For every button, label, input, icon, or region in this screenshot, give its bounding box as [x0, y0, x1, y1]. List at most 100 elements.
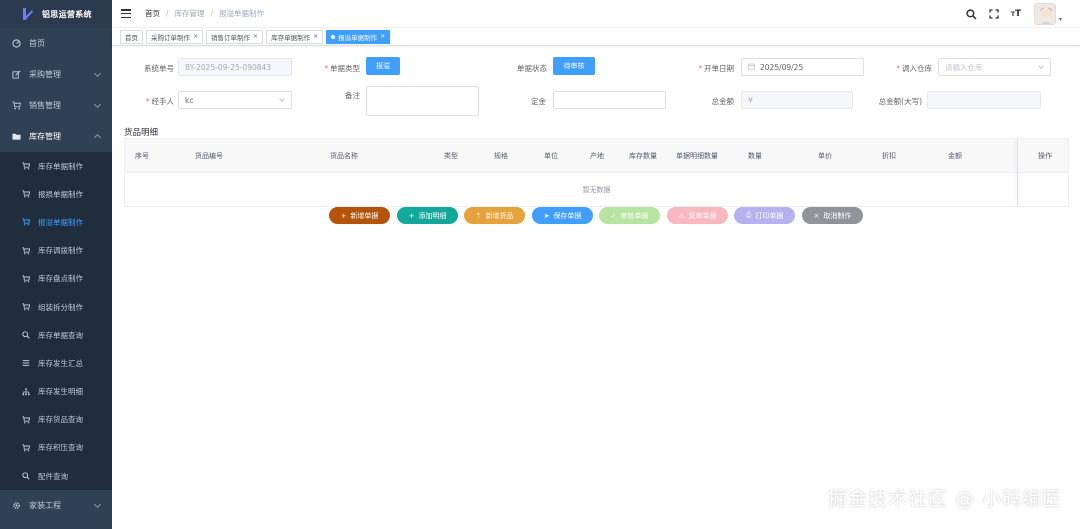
print-doc-button[interactable]: ⎙ 打印单据: [734, 207, 795, 224]
col-origin: 产地: [590, 152, 604, 160]
sidebar-item-label: 首页: [29, 39, 45, 48]
sidebar-subitem-goods-query[interactable]: 库存货品查询: [0, 406, 112, 434]
sidebar-subitem-parts[interactable]: 配件查询: [0, 462, 112, 490]
tag-sales-order[interactable]: 销售订单制作 ×: [206, 29, 264, 44]
chevron-up-icon: [93, 133, 102, 142]
approve-doc-button[interactable]: ✓ 审核单据: [599, 207, 660, 224]
sidebar-subitem-label: 配件查询: [38, 471, 68, 481]
breadcrumb-home[interactable]: 首页: [145, 8, 160, 19]
plus-icon: +: [340, 211, 347, 220]
avatar[interactable]: [1033, 3, 1056, 25]
total-label: 总金额: [711, 97, 735, 106]
sidebar-item-home-decoration[interactable]: 家装工程: [0, 490, 112, 521]
doc-status-button[interactable]: 待审核: [553, 57, 595, 75]
tag-stock-doc[interactable]: 库存单据制作 ×: [266, 29, 324, 44]
cart-icon: [21, 162, 30, 171]
col-name: 货品名称: [330, 152, 358, 160]
tag-label: 库存单据制作: [271, 33, 311, 42]
calendar-icon: [748, 63, 755, 72]
warehouse-label-text: 调入仓库: [902, 64, 932, 73]
tag-home[interactable]: 首页: [120, 29, 143, 44]
action-bar: + 新增单据 + 添加明细 ⇡ 新增货品 ➤ 保存单据 ✓ 审核单据 ⚠ 反审单据 ⎙ 打印单…: [0, 207, 1080, 224]
app-logo[interactable]: 铝思运营系统: [0, 0, 112, 28]
remark-textarea[interactable]: [366, 86, 479, 116]
list-icon: [21, 359, 30, 368]
sidebar-subitem-stock-doc[interactable]: 库存单据制作: [0, 152, 112, 180]
system-no-value: BY-2025-09-25-090843: [185, 62, 272, 72]
add-detail-button[interactable]: + 添加明细: [397, 207, 458, 224]
tags-view: 首页 采购订单制作 × 销售订单制作 × 库存单据制作 × 报溢单据制作 ×: [112, 28, 1080, 46]
hamburger-icon[interactable]: [121, 9, 131, 18]
new-goods-button[interactable]: ⇡ 新增货品: [464, 207, 525, 224]
tag-label: 销售订单制作: [211, 33, 251, 42]
breadcrumb-separator: /: [166, 9, 169, 18]
sidebar-subitem-label: 库存单据查询: [38, 330, 83, 340]
close-icon[interactable]: ×: [253, 33, 258, 40]
close-icon[interactable]: ×: [193, 33, 198, 40]
chevron-down-icon: [1038, 63, 1044, 69]
warehouse-label: * 调入仓库: [896, 64, 932, 73]
sidebar-item-label: 销售管理: [29, 101, 61, 110]
tag-purchase-order[interactable]: 采购订单制作 ×: [146, 29, 204, 44]
new-doc-button[interactable]: + 新增单据: [329, 207, 390, 224]
header-tools: TT ▾: [956, 3, 1062, 25]
dashboard-icon: [11, 39, 21, 49]
sidebar-subitem-detail[interactable]: 库存发生明细: [0, 378, 112, 406]
goods-section-title: 货品明细: [124, 128, 159, 138]
sidebar-subitem-label: 组装拆分制作: [38, 302, 83, 312]
col-qty: 数量: [748, 152, 762, 160]
handler-select[interactable]: kc: [178, 91, 292, 109]
sidebar-item-sales[interactable]: 销售管理: [0, 90, 112, 121]
sidebar-subitem-label: 库存发生明细: [38, 387, 83, 397]
total-upper-label: 总金额(大写): [878, 97, 922, 106]
cart-icon: [21, 443, 30, 452]
handler-value: kc: [185, 95, 194, 105]
fullscreen-icon[interactable]: [988, 8, 1000, 20]
font-size-icon[interactable]: TT: [1010, 8, 1022, 20]
cancel-doc-button[interactable]: × 取消制作: [802, 207, 863, 224]
col-code: 货品编号: [195, 152, 223, 160]
sidebar-subitem-stocktake[interactable]: 库存盘点制作: [0, 265, 112, 293]
tag-overflow-doc[interactable]: 报溢单据制作 ×: [326, 29, 391, 44]
sidebar-item-purchase[interactable]: 采购管理: [0, 59, 112, 90]
open-date-input[interactable]: 2025/09/25: [741, 58, 864, 76]
logo-icon: [22, 7, 34, 21]
close-icon: ×: [813, 211, 820, 220]
close-icon[interactable]: ×: [380, 33, 385, 40]
button-label: 反审单据: [688, 211, 717, 220]
sidebar-subitem-label: 库存单据制作: [38, 161, 83, 171]
sidebar-subitem-loss-doc[interactable]: 报损单据制作: [0, 180, 112, 208]
save-doc-button[interactable]: ➤ 保存单据: [532, 207, 593, 224]
col-stock-qty: 库存数量: [629, 152, 657, 160]
search-icon: [21, 472, 30, 481]
sidebar-item-home[interactable]: 首页: [0, 28, 112, 59]
unapprove-doc-button[interactable]: ⚠ 反审单据: [667, 207, 728, 224]
sidebar-subitem-assembly[interactable]: 组装拆分制作: [0, 293, 112, 321]
doc-type-button[interactable]: 报溢: [366, 57, 400, 75]
button-label: 打印单据: [755, 211, 784, 220]
tree-icon: [21, 387, 30, 396]
sidebar-subitem-backlog[interactable]: 库存积压查询: [0, 434, 112, 462]
button-label: 审核单据: [620, 211, 649, 220]
plus-icon: +: [408, 211, 415, 220]
cart-icon: [21, 190, 30, 199]
sidebar-subitem-transfer[interactable]: 库存调拨制作: [0, 237, 112, 265]
close-icon[interactable]: ×: [313, 33, 318, 40]
breadcrumb-current: 报溢单据制作: [219, 9, 265, 18]
total-upper-input: [927, 91, 1041, 109]
gear-icon: [11, 501, 21, 511]
button-label: 取消制作: [823, 211, 852, 220]
sidebar-item-inventory[interactable]: 库存管理: [0, 121, 112, 152]
caret-down-icon[interactable]: ▾: [1059, 16, 1062, 23]
deposit-label: 定金: [531, 97, 546, 106]
sidebar-subitem-label: 库存发生汇总: [38, 358, 83, 368]
sidebar-subitem-summary[interactable]: 库存发生汇总: [0, 349, 112, 377]
sidebar-subitem-doc-query[interactable]: 库存单据查询: [0, 321, 112, 349]
deposit-input[interactable]: [553, 91, 666, 109]
handler-label: * 经手人: [145, 97, 174, 106]
table-empty-text: 暂无数据: [582, 186, 611, 194]
warehouse-select[interactable]: 请输入仓库: [938, 58, 1051, 76]
warning-icon: ⚠: [678, 211, 685, 220]
doc-type-label-text: 单据类型: [330, 64, 360, 73]
search-icon[interactable]: [966, 8, 978, 20]
